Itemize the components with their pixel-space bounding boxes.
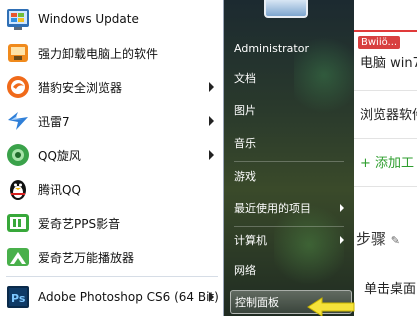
places-separator bbox=[234, 161, 344, 162]
menu-item-label: 迅雷7 bbox=[38, 114, 70, 129]
places-item-computer[interactable]: 计算机 bbox=[234, 228, 350, 252]
menu-item-tencent-qq[interactable]: 腾讯QQ bbox=[0, 172, 224, 206]
menu-item-thunder[interactable]: 迅雷7 bbox=[0, 104, 224, 138]
menu-item-windows-update[interactable]: Windows Update bbox=[0, 2, 224, 36]
menu-item-iqiyi-player[interactable]: 爱奇艺万能播放器 bbox=[0, 240, 224, 274]
places-item-label: 计算机 bbox=[234, 234, 267, 247]
windows-update-icon bbox=[4, 5, 32, 33]
places-item-label: 图片 bbox=[234, 104, 256, 117]
menu-item-label: 爱奇艺万能播放器 bbox=[38, 250, 135, 265]
places-item-administrator[interactable]: Administrator bbox=[234, 36, 350, 60]
places-item-label: 最近使用的项目 bbox=[234, 202, 311, 215]
webpage-divider bbox=[354, 138, 417, 139]
submenu-arrow-icon bbox=[340, 236, 344, 244]
webpage-badge: Bwiiö... bbox=[358, 36, 401, 49]
submenu-arrow-icon bbox=[209, 116, 214, 126]
menu-item-uninstall[interactable]: 强力卸载电脑上的软件 bbox=[0, 36, 224, 70]
menu-item-label: 爱奇艺PPS影音 bbox=[38, 216, 121, 231]
qq-penguin-icon bbox=[4, 175, 32, 203]
menu-item-photoshop[interactable]: Ps Adobe Photoshop CS6 (64 Bit) bbox=[0, 280, 224, 314]
webpage-subtitle[interactable]: 浏览器软件 bbox=[360, 104, 417, 123]
annotation-arrow-icon bbox=[307, 297, 355, 316]
photoshop-icon: Ps bbox=[4, 283, 32, 311]
start-menu-places-pane: Administrator 文档 图片 音乐 游戏 最近使用的项目 计算机 网络… bbox=[224, 0, 354, 316]
menu-separator bbox=[6, 276, 218, 277]
places-separator bbox=[234, 226, 344, 227]
places-item-network[interactable]: 网络 bbox=[234, 258, 350, 282]
step-heading-text: 步骤 bbox=[356, 230, 387, 248]
places-item-label: 游戏 bbox=[234, 170, 256, 183]
places-item-label: 音乐 bbox=[234, 137, 256, 150]
places-item-label: 网络 bbox=[234, 264, 256, 277]
uninstall-icon bbox=[4, 39, 32, 67]
thunder-icon bbox=[4, 107, 32, 135]
menu-item-label: 猎豹安全浏览器 bbox=[38, 80, 123, 95]
places-item-label: Administrator bbox=[234, 41, 309, 55]
menu-item-cheetah-browser[interactable]: 猎豹安全浏览器 bbox=[0, 70, 224, 104]
menu-item-label: 腾讯QQ bbox=[38, 182, 81, 197]
qq-whirlwind-icon bbox=[4, 141, 32, 169]
webpage-divider bbox=[354, 90, 417, 91]
places-item-documents[interactable]: 文档 bbox=[234, 66, 350, 90]
places-item-pictures[interactable]: 图片 bbox=[234, 98, 350, 122]
menu-item-label: Adobe Photoshop CS6 (64 Bit) bbox=[38, 290, 219, 304]
webpage-heading[interactable]: 电脑 win7系 bbox=[360, 52, 417, 71]
webpage-red-rule bbox=[354, 30, 417, 32]
start-menu-programs-pane: Windows Update 强力卸载电脑上的软件 猎豹安全浏览器 迅雷7 QQ… bbox=[0, 0, 224, 316]
places-item-label: 控制面板 bbox=[235, 296, 279, 309]
places-item-music[interactable]: 音乐 bbox=[234, 131, 350, 155]
places-item-recent-items[interactable]: 最近使用的项目 bbox=[234, 196, 350, 220]
step-text: 单击桌面 bbox=[364, 282, 417, 297]
submenu-arrow-icon bbox=[209, 292, 214, 302]
menu-item-iqiyi-pps[interactable]: 爱奇艺PPS影音 bbox=[0, 206, 224, 240]
menu-item-label: Windows Update bbox=[38, 12, 139, 26]
step-heading: 步骤 ✎ bbox=[356, 228, 400, 249]
user-picture[interactable] bbox=[264, 0, 308, 18]
submenu-arrow-icon bbox=[209, 150, 214, 160]
menu-item-label: QQ旋风 bbox=[38, 148, 81, 163]
webpage-divider bbox=[354, 186, 417, 187]
places-item-games[interactable]: 游戏 bbox=[234, 164, 350, 188]
svg-text:Ps: Ps bbox=[11, 292, 26, 305]
menu-item-label: 强力卸载电脑上的软件 bbox=[38, 46, 159, 61]
places-item-label: 文档 bbox=[234, 72, 256, 85]
submenu-arrow-icon bbox=[340, 204, 344, 212]
edit-pencil-icon[interactable]: ✎ bbox=[391, 234, 400, 247]
add-tool-link[interactable]: + 添加工 bbox=[360, 152, 414, 171]
background-webpage: Bwiiö... 电脑 win7系 浏览器软件 + 添加工 步骤 ✎ 单击桌面 bbox=[354, 0, 417, 316]
iqiyi-pps-icon bbox=[4, 209, 32, 237]
menu-item-qq-whirlwind[interactable]: QQ旋风 bbox=[0, 138, 224, 172]
iqiyi-player-icon bbox=[4, 243, 32, 271]
submenu-arrow-icon bbox=[209, 82, 214, 92]
cheetah-browser-icon bbox=[4, 73, 32, 101]
